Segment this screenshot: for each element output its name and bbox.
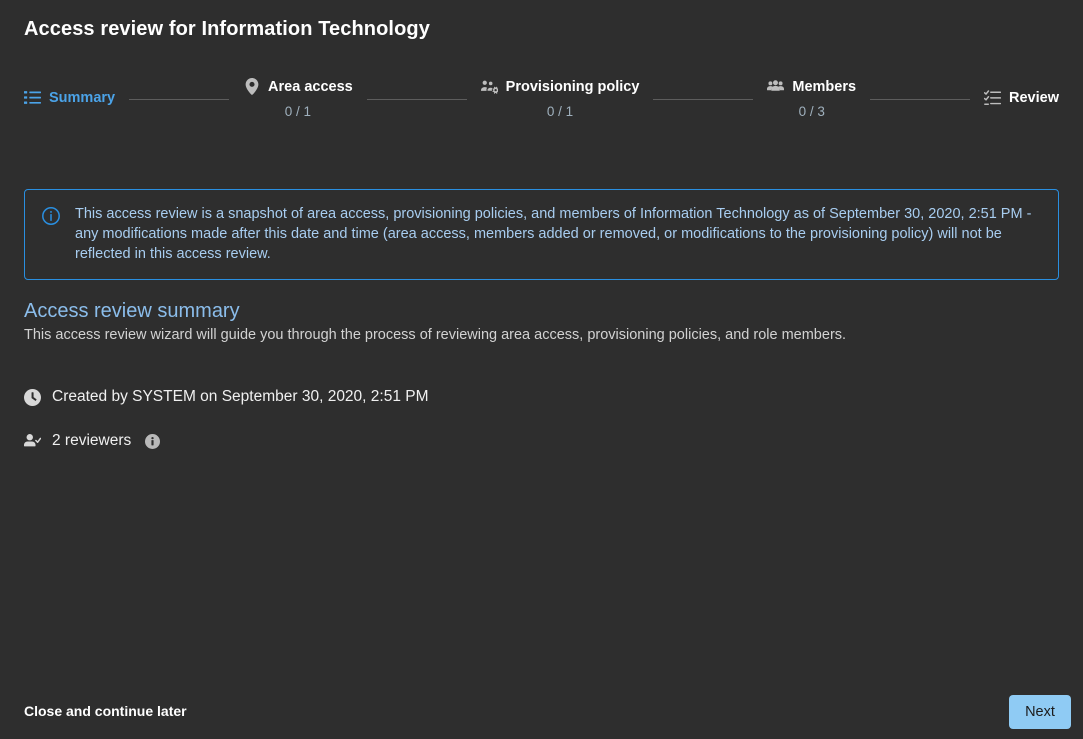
reviewers-count-text: 2 reviewers: [52, 432, 131, 450]
step-summary[interactable]: Summary: [24, 78, 115, 106]
section-description: This access review wizard will guide you…: [24, 327, 846, 343]
step-label-review: Review: [1009, 90, 1059, 106]
step-label-summary: Summary: [49, 90, 115, 106]
step-count-members: 0 / 3: [799, 104, 825, 119]
created-info-text: Created by SYSTEM on September 30, 2020,…: [52, 388, 429, 406]
step-connector: [653, 99, 753, 100]
step-count-provisioning-policy: 0 / 1: [547, 104, 573, 119]
step-label-provisioning-policy: Provisioning policy: [506, 79, 640, 95]
info-alert-text: This access review is a snapshot of area…: [75, 204, 1042, 264]
step-connector: [870, 99, 970, 100]
step-connector: [367, 99, 467, 100]
step-provisioning-policy[interactable]: Provisioning policy 0 / 1: [481, 78, 640, 119]
close-and-continue-later-link[interactable]: Close and continue later: [24, 703, 187, 719]
list-icon: [24, 89, 41, 106]
info-circle-icon: [41, 206, 61, 226]
clock-icon: [24, 389, 41, 406]
step-area-access[interactable]: Area access 0 / 1: [243, 78, 353, 119]
user-check-icon: [24, 433, 41, 450]
step-review[interactable]: Review: [984, 78, 1059, 106]
users-cog-icon: [481, 78, 498, 95]
page-title: Access review for Information Technology: [24, 18, 430, 41]
tasks-icon: [984, 89, 1001, 106]
section-heading: Access review summary: [24, 300, 240, 323]
step-label-area-access: Area access: [268, 79, 353, 95]
users-icon: [767, 78, 784, 95]
info-alert: This access review is a snapshot of area…: [24, 189, 1059, 280]
map-pin-icon: [243, 78, 260, 95]
step-members[interactable]: Members 0 / 3: [767, 78, 856, 119]
wizard-stepper: Summary Area access 0 / 1: [24, 78, 1059, 119]
next-button[interactable]: Next: [1009, 695, 1071, 729]
step-count-area-access: 0 / 1: [285, 104, 311, 119]
step-connector: [129, 99, 229, 100]
reviewers-row: 2 reviewers: [24, 432, 160, 450]
step-label-members: Members: [792, 79, 856, 95]
created-info-row: Created by SYSTEM on September 30, 2020,…: [24, 388, 429, 406]
info-badge-icon[interactable]: [145, 434, 160, 449]
